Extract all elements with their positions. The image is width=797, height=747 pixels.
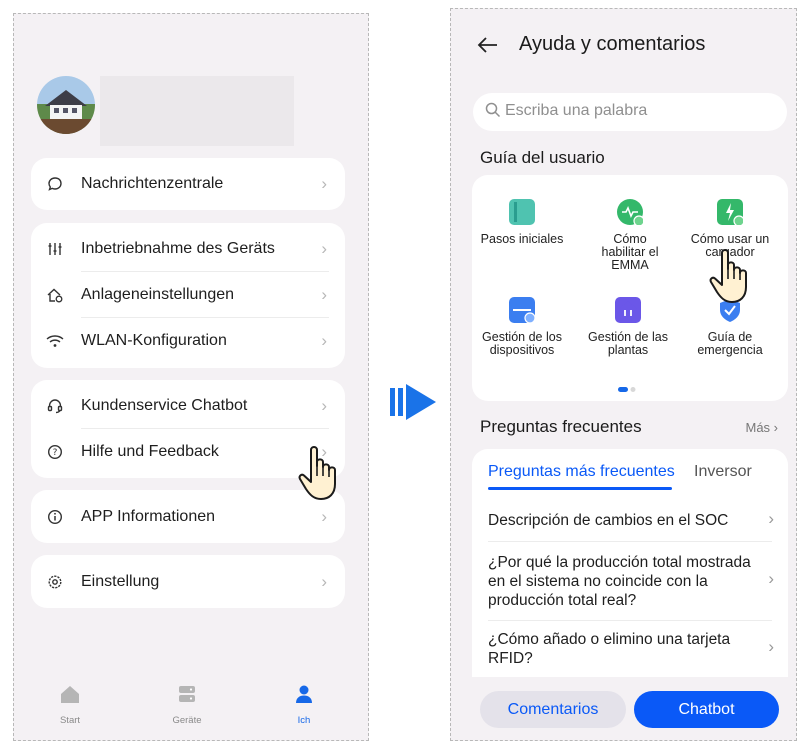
tab-label: Ich [297,715,311,726]
help-feedback-screen: Ayuda y comentarios Escriba una palabra … [450,8,797,741]
plant-icon [615,297,641,323]
charger-icon [717,199,745,227]
chevron-right-icon: › [321,174,327,193]
carousel-dots [618,380,638,398]
faq-more-link[interactable]: Más › [745,420,778,435]
menu-card-settings: Einstellung › [31,555,345,608]
menu-card-messages: Nachrichtenzentrale › [31,158,345,210]
menu-item-label: Nachrichtenzentrale [81,175,224,192]
tab-label: Start [59,715,81,726]
profile-screen: Nachrichtenzentrale › Inbetriebnahme des… [13,13,369,741]
menu-card-device: Inbetriebnahme des Geräts › Anlageneinst… [31,223,345,368]
menu-item-label: Anlageneinstellungen [81,286,235,303]
help-icon: ? [45,442,65,462]
guide-item-label: Guía de emergencia [697,330,763,357]
menu-item-message-center[interactable]: Nachrichtenzentrale › [31,161,345,207]
chevron-right-icon: › [768,637,774,656]
tab-faq-top[interactable]: Preguntas más frecuentes [488,463,675,481]
avatar[interactable] [37,76,95,134]
bottom-tab-bar: Start Geräte Ich [14,674,368,740]
book-icon [509,199,535,225]
search-input[interactable]: Escriba una palabra [473,93,787,131]
faq-item-total-production[interactable]: ¿Por qué la producción total mostrada en… [488,553,758,610]
guide-item-label: Gestión de las plantas [588,330,668,357]
faq-item-rfid[interactable]: ¿Cómo añado o elimino una tarjeta RFID? [488,630,758,668]
search-placeholder: Escriba una palabra [505,102,648,119]
menu-item-label: Hilfe und Feedback [81,443,219,460]
menu-item-label: Kundenservice Chatbot [81,397,248,414]
emma-icon [617,199,645,227]
tab-inverter[interactable]: Inversor [694,463,752,481]
chevron-right-icon: › [321,507,327,526]
chevron-right-icon: › [321,331,327,350]
guide-item-enable-emma[interactable]: Cómo habilitar el EMMA [582,199,678,272]
menu-item-device-commissioning[interactable]: Inbetriebnahme des Geräts › [31,226,345,272]
menu-item-label: Inbetriebnahme des Geräts [81,240,275,257]
guide-item-plant-management[interactable]: Gestión de las plantas [580,297,676,357]
chatbot-button[interactable]: Chatbot [634,691,779,728]
tab-devices[interactable]: Geräte [152,684,222,726]
back-arrow-icon[interactable] [477,33,499,61]
user-name-redacted [100,76,294,146]
home-icon [61,686,79,703]
button-label: Chatbot [678,701,735,718]
guide-item-device-management[interactable]: Gestión de los dispositivos [474,297,570,357]
info-icon [45,507,65,527]
wifi-icon [45,331,65,351]
tab-me[interactable]: Ich [269,684,339,726]
faq-question: ¿Por qué la producción total mostrada en… [488,554,751,609]
devices-icon [179,686,195,702]
guide-item-label: Cómo habilitar el EMMA [601,232,659,272]
menu-item-wlan-config[interactable]: WLAN-Konfiguration › [31,318,345,364]
faq-question: ¿Cómo añado o elimino una tarjeta RFID? [488,631,731,667]
button-label: Comentarios [507,701,599,718]
menu-item-plant-settings[interactable]: Anlageneinstellungen › [31,272,345,318]
menu-item-settings[interactable]: Einstellung › [31,559,345,605]
device-management-icon [509,297,536,324]
feedback-button[interactable]: Comentarios [480,691,626,728]
chevron-right-icon: › [321,572,327,591]
page-title: Ayuda y comentarios [519,33,706,55]
divider [488,541,772,542]
faq-section-title: Preguntas frecuentes [480,417,642,436]
tab-start[interactable]: Start [35,684,105,726]
headset-icon [45,396,65,416]
faq-item-soc[interactable]: Descripción de cambios en el SOC [488,511,758,530]
guide-section-title: Guía del usuario [480,148,605,167]
menu-item-label: Einstellung [81,573,160,590]
tap-hand-icon [708,247,756,310]
tab-label: Geräte [172,715,202,726]
chevron-right-icon: › [768,509,774,528]
menu-item-label: APP Informationen [81,508,216,525]
user-guide-card: Pasos iniciales Cómo habilitar el EMMA C… [472,175,788,401]
chevron-right-icon: › [321,396,327,415]
search-icon [485,102,501,123]
guide-item-label: Gestión de los dispositivos [482,330,562,357]
chevron-right-icon: › [321,285,327,304]
divider [488,620,772,621]
faq-question: Descripción de cambios en el SOC [488,512,729,529]
message-icon [45,174,65,194]
menu-item-chatbot[interactable]: Kundenservice Chatbot › [31,383,345,429]
menu-item-label: WLAN-Konfiguration [81,332,227,349]
person-icon [296,685,312,703]
sliders-icon [45,239,65,259]
gear-icon [45,572,65,592]
tab-label: Preguntas más frecuentes [488,463,675,480]
home-settings-icon [45,285,65,305]
chevron-right-icon: › [768,569,774,588]
guide-item-label: Pasos iniciales [480,232,564,246]
tab-label: Inversor [694,463,752,480]
arrow-right-icon [390,382,438,427]
chevron-right-icon: › [321,239,327,258]
active-tab-indicator [488,487,672,490]
guide-item-getting-started[interactable]: Pasos iniciales [474,199,570,246]
faq-card: Preguntas más frecuentes Inversor Descri… [472,449,788,677]
tap-hand-icon [297,444,345,507]
more-label: Más [745,420,771,435]
svg-text:?: ? [53,448,58,458]
